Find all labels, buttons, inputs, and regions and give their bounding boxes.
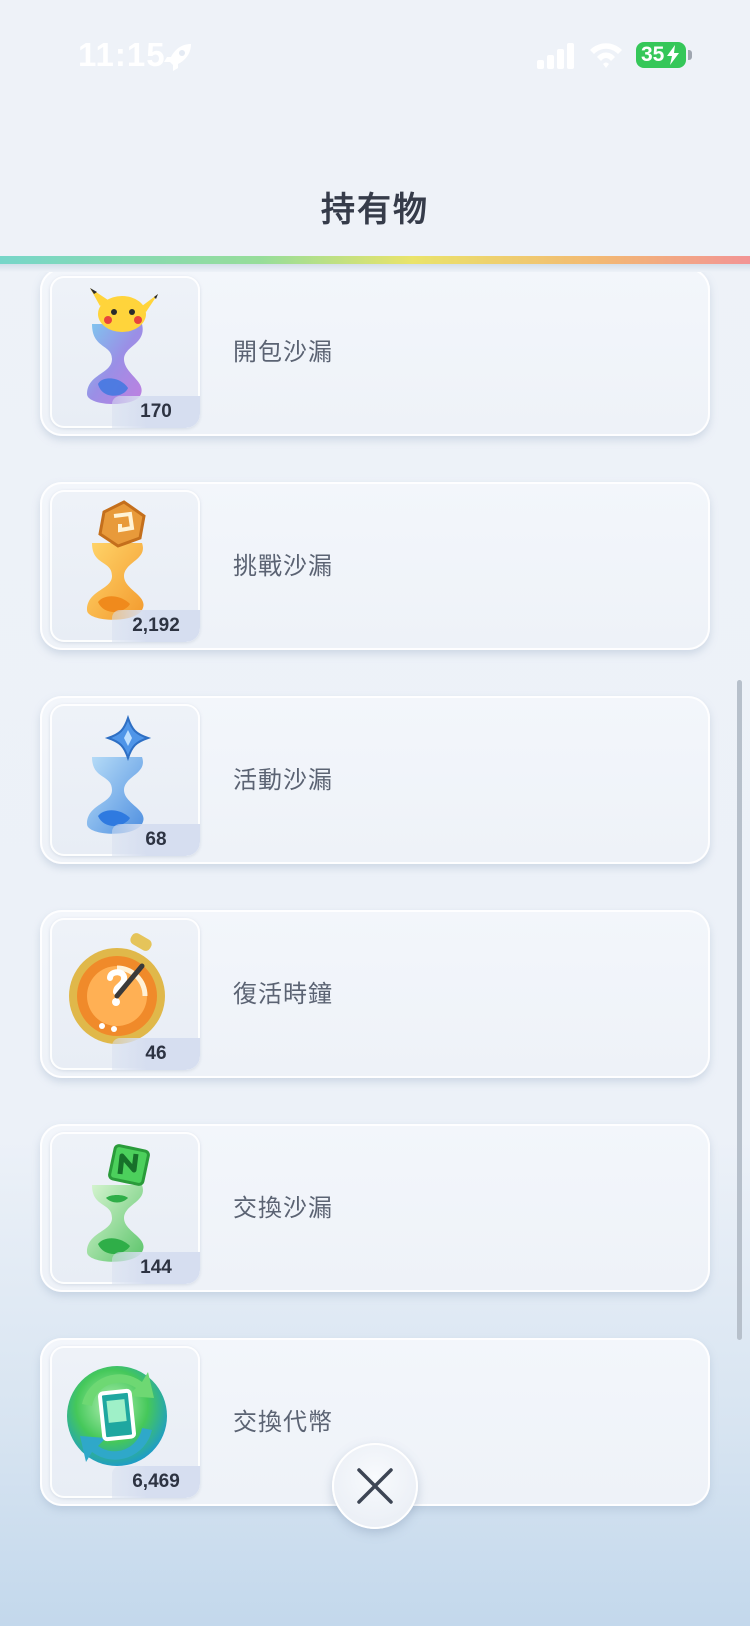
- item-list[interactable]: 170 開包沙漏 2,192 挑戰沙漏 68 活動沙漏 46 復活時鐘 144 …: [0, 272, 750, 1526]
- close-button[interactable]: [332, 1443, 418, 1529]
- item-name: 交換沙漏: [233, 1194, 333, 1222]
- list-item[interactable]: 144 交換沙漏: [40, 1124, 710, 1292]
- list-item[interactable]: 46 復活時鐘: [40, 910, 710, 1078]
- scrollbar[interactable]: [737, 680, 742, 1340]
- list-item[interactable]: 68 活動沙漏: [40, 696, 710, 864]
- item-icon-box: 46: [50, 918, 200, 1070]
- list-item[interactable]: 170 開包沙漏: [40, 272, 710, 436]
- item-count: 68: [112, 824, 200, 856]
- trade-hourglass-icon: [87, 1144, 150, 1262]
- item-icon-box: 68: [50, 704, 200, 856]
- pack-hourglass-icon: [87, 288, 158, 405]
- close-icon: [357, 1468, 393, 1504]
- page-title: 持有物: [321, 190, 429, 230]
- item-name: 復活時鐘: [233, 980, 333, 1008]
- item-icon-box: 2,192: [50, 490, 200, 642]
- header-rainbow-divider: [0, 256, 750, 264]
- challenge-hourglass-icon: [87, 500, 146, 620]
- item-count: 2,192: [112, 610, 200, 642]
- list-item[interactable]: 2,192 挑戰沙漏: [40, 482, 710, 650]
- trade-token-icon: [67, 1366, 167, 1466]
- event-hourglass-icon: [87, 714, 152, 834]
- item-count: 46: [112, 1038, 200, 1070]
- item-name: 活動沙漏: [233, 766, 333, 794]
- revival-clock-icon: [69, 933, 165, 1044]
- item-icon-box: 170: [50, 276, 200, 428]
- divider-shadow: [0, 264, 750, 272]
- item-count: 6,469: [112, 1466, 200, 1498]
- item-name: 交換代幣: [233, 1408, 333, 1436]
- item-count: 144: [112, 1252, 200, 1284]
- item-name: 開包沙漏: [233, 338, 333, 366]
- item-icon-box: 144: [50, 1132, 200, 1284]
- item-count: 170: [112, 396, 200, 428]
- item-icon-box: 6,469: [50, 1346, 200, 1498]
- item-name: 挑戰沙漏: [233, 552, 333, 580]
- header: 持有物: [0, 0, 750, 262]
